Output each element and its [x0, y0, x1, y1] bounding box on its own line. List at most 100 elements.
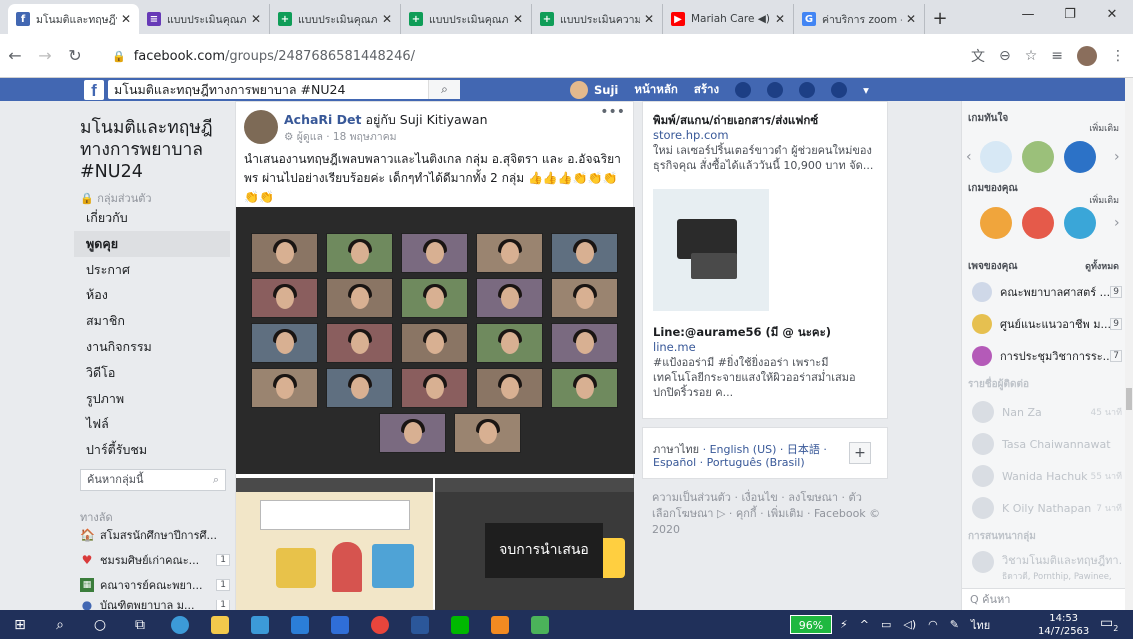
ad-image[interactable] [653, 189, 769, 311]
page-item[interactable]: ศูนย์แนะแนวอาชีพ ม... 9 [972, 313, 1122, 335]
footer-links[interactable]: ความเป็นส่วนตัว · เงื่อนไข · ลงโฆษณา · ต… [652, 490, 882, 538]
group-nav-item[interactable]: เกี่ยวกับ [74, 205, 230, 231]
add-language-button[interactable]: + [849, 442, 871, 464]
wifi-icon[interactable]: ◠ [928, 618, 938, 631]
profile-avatar[interactable] [1077, 46, 1097, 66]
scrollbar-thumb[interactable] [1126, 388, 1132, 410]
file-explorer-icon[interactable] [200, 610, 240, 639]
more-options-icon[interactable]: ••• [600, 104, 625, 120]
forward-icon[interactable]: → [30, 46, 60, 65]
chevron-up-icon[interactable]: ^ [860, 618, 869, 631]
battery-indicator[interactable]: 96% [790, 615, 832, 634]
group-nav-item[interactable]: ปาร์ตี้รับชม [74, 437, 230, 463]
profile-link[interactable]: Suji [570, 80, 618, 99]
group-nav-item[interactable]: ไฟล์ [74, 411, 230, 437]
chrome-icon[interactable] [360, 610, 400, 639]
group-search-input[interactable]: ค้นหากลุ่มนี้ ⌕ [80, 469, 226, 491]
page-item[interactable]: คณะพยาบาลศาสตร์ ... 9 [972, 281, 1122, 303]
friends-icon[interactable] [735, 81, 752, 98]
task-view-icon[interactable]: ⧉ [120, 610, 160, 639]
group-nav-item[interactable]: พูดคุย [74, 230, 230, 257]
pages-see-all-link[interactable]: ดูทั้งหมด [1085, 259, 1119, 273]
contact-item[interactable]: Tasa Chaiwannawat [972, 433, 1122, 455]
shortcut-item[interactable]: ▦ คณาจารย์คณะพยา... 1 [80, 575, 230, 595]
maximize-icon[interactable]: ❐ [1049, 0, 1091, 30]
group-nav-item[interactable]: รูปภาพ [74, 386, 230, 412]
games-more-link[interactable]: เพิ่มเติม [1089, 121, 1119, 135]
windows-start-icon[interactable]: ⊞ [0, 610, 40, 639]
game-icon[interactable] [1022, 207, 1054, 239]
reload-icon[interactable]: ↻ [60, 46, 90, 65]
search-icon[interactable]: ⌕ [213, 470, 219, 490]
group-title[interactable]: มโนมติและทฤษฎีทางการพยาบาล #NU24 [80, 117, 230, 183]
minimize-icon[interactable]: — [1007, 0, 1049, 30]
network-icon[interactable]: ▭ [881, 618, 891, 631]
shortcut-item[interactable]: ♥ ชมรมศิษย์เก่าคณะ... 1 [80, 550, 230, 570]
slide-photo[interactable] [236, 478, 433, 611]
ad-domain[interactable]: store.hp.com [653, 128, 729, 142]
close-icon[interactable]: ✕ [382, 12, 392, 26]
browser-tab[interactable]: G ค่าบริการ zoom - ✕ [794, 4, 925, 34]
menu-icon[interactable]: ⋮ [1111, 48, 1125, 64]
page-item[interactable]: การประชุมวิชาการระ... 7 [972, 345, 1122, 367]
edge-icon[interactable] [160, 610, 200, 639]
game-icon[interactable] [980, 141, 1012, 173]
close-icon[interactable]: ✕ [775, 12, 785, 26]
chevron-right-icon[interactable]: › [1114, 149, 1120, 165]
contact-item[interactable]: Nan Za 45 นาที [972, 401, 1122, 423]
help-icon[interactable] [831, 81, 848, 98]
ad-domain[interactable]: line.me [653, 340, 696, 354]
close-window-icon[interactable]: ✕ [1091, 0, 1133, 30]
post-with[interactable]: อยู่กับ Suji Kitiyawan [366, 112, 488, 127]
my-games-more-link[interactable]: เพิ่มเติม [1089, 193, 1119, 207]
back-icon[interactable]: ← [0, 46, 30, 65]
app-green-icon[interactable] [520, 610, 560, 639]
language-links[interactable]: · English (US) · 日本語 · [703, 443, 827, 456]
end-presentation-photo[interactable]: จบการนำเสนอ [435, 478, 634, 611]
home-link[interactable]: หน้าหลัก [634, 81, 678, 99]
group-nav-item[interactable]: ประกาศ [74, 257, 230, 283]
url-input[interactable]: 🔒 facebook.com/groups/2487686581448246/ [112, 43, 942, 69]
volume-icon[interactable]: ◁) [903, 618, 916, 631]
group-nav-item[interactable]: ห้อง [74, 282, 230, 308]
game-icon[interactable] [1022, 141, 1054, 173]
search-icon[interactable]: ⌕ [428, 80, 460, 99]
contact-item[interactable]: K Oily Nathapan 7 นาที [972, 497, 1122, 519]
browser-tab[interactable]: + แบบประเมินคุณภาพ ✕ [401, 4, 532, 34]
close-icon[interactable]: ✕ [906, 12, 916, 26]
create-link[interactable]: สร้าง [694, 81, 719, 99]
new-tab-button[interactable]: + [925, 4, 955, 34]
browser-tab[interactable]: + แบบประเมินคุณภาพ ✕ [270, 4, 401, 34]
language-links[interactable]: Español · Português (Brasil) [653, 456, 805, 469]
close-icon[interactable]: ✕ [644, 12, 654, 26]
bookmark-star-icon[interactable]: ☆ [1025, 48, 1038, 64]
close-icon[interactable]: ✕ [251, 12, 261, 26]
power-icon[interactable]: ⚡ [840, 618, 848, 631]
browser-tab[interactable]: + แบบประเมินความพึง ✕ [532, 4, 663, 34]
app-l-icon[interactable] [320, 610, 360, 639]
group-nav-item[interactable]: งานกิจกรรม [74, 334, 230, 360]
notifications-icon[interactable]: ▭2 [1100, 615, 1118, 633]
browser-tab[interactable]: ≡ แบบประเมินคุณภาพ ✕ [139, 4, 270, 34]
close-icon[interactable]: ✕ [121, 12, 131, 26]
store-icon[interactable] [240, 610, 280, 639]
word-icon[interactable] [400, 610, 440, 639]
group-nav-item[interactable]: วิดีโอ [74, 360, 230, 386]
game-icon[interactable] [1064, 207, 1096, 239]
notifications-icon[interactable] [799, 81, 816, 98]
group-chat-item[interactable]: วิชามโนมติและทฤษฎีทา... ธิดาวดี, Pornthi… [972, 551, 1122, 582]
pen-icon[interactable]: ✎ [950, 618, 959, 631]
avatar[interactable] [244, 110, 278, 144]
group-nav-item[interactable]: สมาชิก [74, 308, 230, 334]
browser-tab[interactable]: f มโนมติและทฤษฎีท ✕ [8, 4, 139, 34]
facebook-search-input[interactable]: มโนมติและทฤษฎีทางการพยาบาล #NU24 [108, 80, 460, 99]
input-language[interactable]: ไทย [971, 616, 990, 634]
line-icon[interactable] [440, 610, 480, 639]
dropdown-icon[interactable]: ▾ [863, 83, 869, 97]
cortana-icon[interactable]: ○ [80, 610, 120, 639]
reading-list-icon[interactable]: ≡ [1051, 48, 1063, 64]
clock[interactable]: 14:53 14/7/2563 [1038, 612, 1089, 638]
app-orange-icon[interactable] [480, 610, 520, 639]
shortcut-item[interactable]: 🏠 สโมสรนักศึกษาปีการศึ... [80, 525, 230, 545]
zoom-meeting-photo[interactable] [236, 207, 635, 474]
